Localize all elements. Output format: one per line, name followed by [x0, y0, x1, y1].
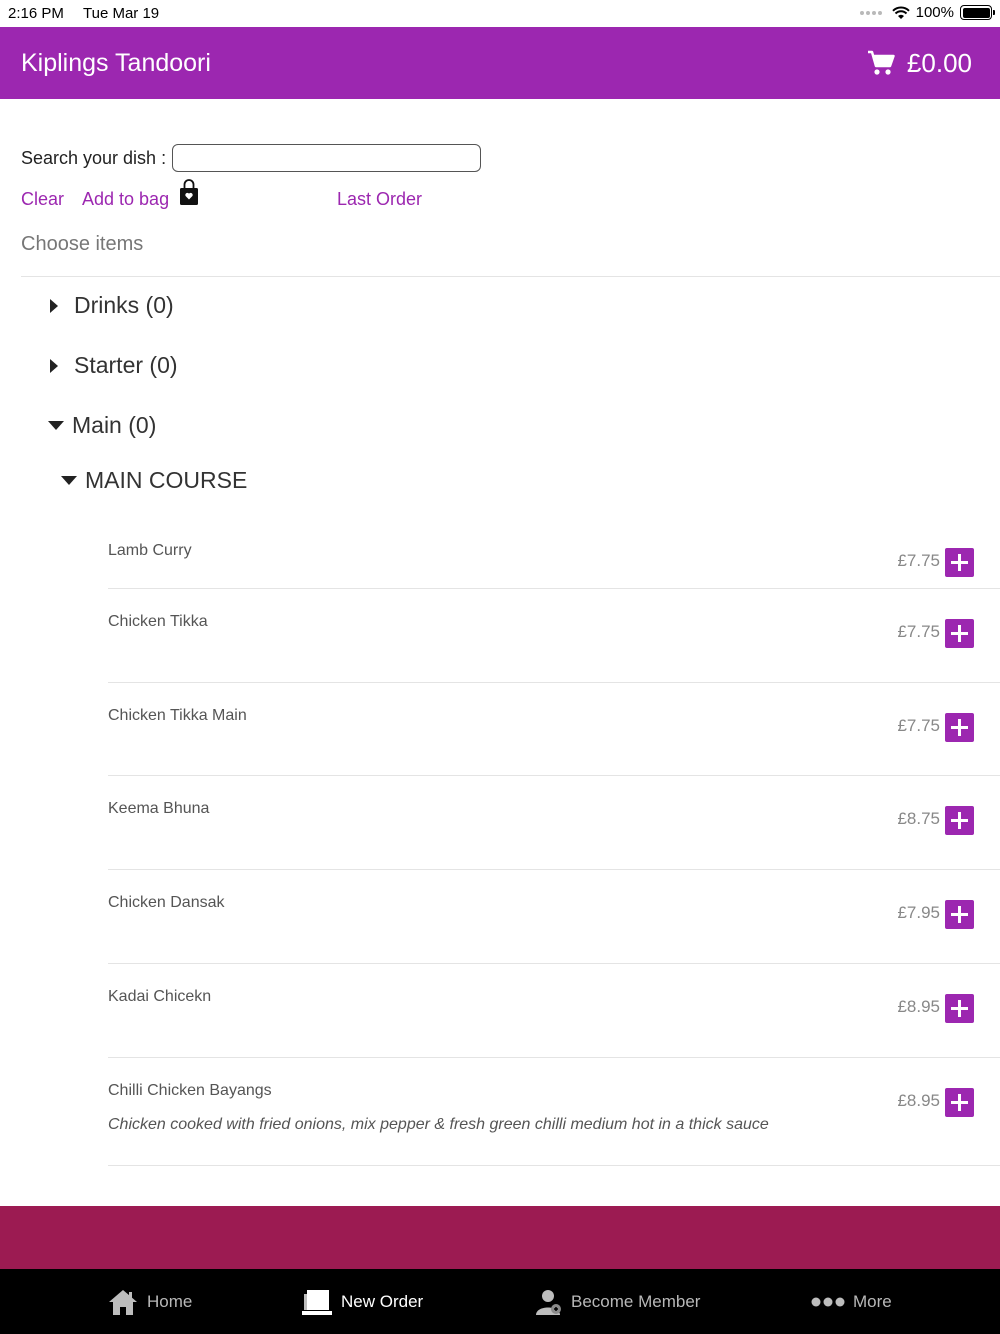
status-right: 100%	[859, 4, 995, 21]
subcategory-main-course[interactable]: MAIN COURSE	[61, 467, 247, 494]
add-item-button[interactable]	[945, 1088, 974, 1117]
cart-icon	[867, 50, 895, 75]
tab-label: Become Member	[571, 1291, 701, 1311]
bag-icon[interactable]	[179, 178, 199, 206]
item-name: Keema Bhuna	[108, 800, 210, 817]
category-label: Main (0)	[72, 412, 157, 438]
caret-right-icon	[50, 358, 58, 373]
caret-right-icon	[50, 298, 58, 313]
item-price: £8.95	[897, 1091, 940, 1110]
tab-label: Home	[147, 1291, 193, 1311]
app-header: Kiplings Tandoori £0.00	[0, 27, 1000, 99]
item-name: Lamb Curry	[108, 542, 192, 559]
item-description: Chicken cooked with fried onions, mix pe…	[108, 1116, 769, 1133]
category-main[interactable]: Main (0)	[48, 412, 156, 439]
tab-new-order[interactable]: New Order	[301, 1269, 423, 1334]
status-date: Tue Mar 19	[83, 5, 160, 22]
tab-home[interactable]: Home	[107, 1269, 192, 1334]
item-name: Chilli Chicken Bayangs	[108, 1082, 272, 1099]
menu-item: Chilli Chicken Bayangs Chicken cooked wi…	[108, 1058, 1000, 1166]
tab-bar: Home New Order Become Member More	[0, 1269, 1000, 1334]
status-bar: 2:16 PM Tue Mar 19 100%	[0, 0, 1000, 27]
add-to-bag-link[interactable]: Add to bag	[82, 189, 169, 210]
tab-more[interactable]: More	[811, 1269, 892, 1334]
search-label: Search your dish :	[21, 147, 167, 168]
add-item-button[interactable]	[945, 806, 974, 835]
add-item-button[interactable]	[945, 619, 974, 648]
menu-item: Kadai Chicekn £8.95	[108, 964, 1000, 1058]
category-label: Starter (0)	[74, 352, 178, 378]
add-item-button[interactable]	[945, 713, 974, 742]
item-price: £7.95	[897, 903, 940, 922]
choose-items-label: Choose items	[21, 233, 144, 255]
menu-item: Chicken Tikka £7.75	[108, 589, 1000, 683]
item-price: £8.75	[897, 809, 940, 828]
wifi-icon	[891, 6, 910, 19]
home-icon	[109, 1289, 137, 1315]
item-name: Chicken Dansak	[108, 894, 225, 911]
item-price: £8.95	[897, 997, 940, 1016]
caret-down-icon	[61, 476, 77, 485]
menu-item: Keema Bhuna £8.75	[108, 776, 1000, 870]
item-name: Kadai Chicekn	[108, 988, 212, 1005]
item-price: £7.75	[897, 716, 940, 735]
menu-item: Lamb Curry £7.75	[108, 518, 1000, 589]
app-title: Kiplings Tandoori	[21, 48, 211, 77]
add-item-button[interactable]	[945, 900, 974, 929]
tab-become-member[interactable]: Become Member	[535, 1269, 700, 1334]
add-item-button[interactable]	[945, 994, 974, 1023]
caret-down-icon	[48, 421, 64, 430]
battery-icon	[960, 5, 995, 20]
battery-percent: 100%	[915, 4, 954, 21]
search-input[interactable]	[172, 144, 482, 172]
last-order-link[interactable]: Last Order	[337, 189, 422, 210]
member-icon	[536, 1289, 561, 1315]
category-starter[interactable]: Starter (0)	[48, 352, 178, 379]
menu-item: Chicken Dansak £7.95	[108, 870, 1000, 964]
divider	[21, 276, 1000, 277]
tab-label: New Order	[341, 1291, 424, 1311]
item-price: £7.75	[897, 551, 940, 570]
search-row: Search your dish :	[21, 144, 482, 172]
subcategory-label: MAIN COURSE	[85, 467, 248, 493]
cart-button[interactable]: £0.00	[867, 48, 972, 79]
category-drinks[interactable]: Drinks (0)	[48, 292, 174, 319]
item-name: Chicken Tikka	[108, 613, 208, 630]
new-order-icon	[302, 1289, 332, 1315]
cart-total: £0.00	[906, 47, 972, 78]
footer-band	[0, 1206, 1000, 1269]
tab-label: More	[853, 1291, 892, 1311]
signal-icon	[859, 10, 882, 15]
status-time: 2:16 PM	[8, 5, 64, 22]
menu-item: Chicken Tikka Main £7.75	[108, 683, 1000, 776]
clear-link[interactable]: Clear	[21, 189, 64, 210]
item-price: £7.75	[897, 622, 940, 641]
category-label: Drinks (0)	[74, 292, 174, 318]
add-item-button[interactable]	[945, 548, 974, 577]
item-name: Chicken Tikka Main	[108, 707, 247, 724]
more-icon	[811, 1297, 845, 1306]
